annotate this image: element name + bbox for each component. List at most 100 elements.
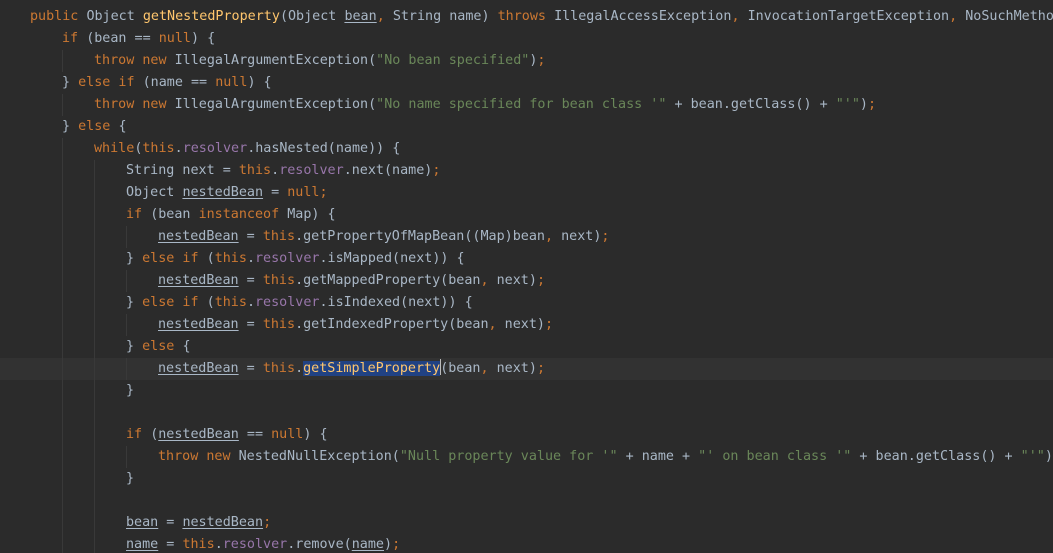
code-token: (: [206, 295, 215, 310]
code-line-content: bean = nestedBean;: [30, 515, 271, 530]
code-line-content: throw new IllegalArgumentException("No n…: [30, 97, 876, 112]
code-token: .getPropertyOfMapBean((Map)bean: [295, 229, 545, 244]
code-token: else if: [78, 75, 143, 90]
code-line[interactable]: nestedBean = this.getMappedProperty(bean…: [30, 270, 1053, 292]
code-token: .: [174, 141, 183, 156]
code-token: .getMappedProperty(bean: [295, 273, 481, 288]
code-token: null;: [287, 185, 328, 200]
code-token: ,: [544, 229, 562, 244]
code-line[interactable]: while(this.resolver.hasNested(name)) {: [30, 138, 1053, 160]
code-token: "' on bean class '": [698, 449, 852, 464]
code-line-content: } else if (this.resolver.isMapped(next))…: [30, 251, 465, 266]
code-line-content: nestedBean = this.getPropertyOfMapBean((…: [30, 229, 609, 244]
code-line[interactable]: } else if (name == null) {: [30, 72, 1053, 94]
code-token: .: [295, 361, 304, 376]
code-line-content: throw new NestedNullException("Null prop…: [30, 449, 1053, 464]
code-token: this: [262, 273, 296, 288]
code-line[interactable]: nestedBean = this.getIndexedProperty(bea…: [30, 314, 1053, 336]
code-token: resolver: [222, 537, 288, 552]
code-token: (: [206, 251, 215, 266]
code-token: ,: [731, 9, 748, 24]
code-token: null: [215, 75, 248, 90]
code-token: this: [262, 361, 296, 376]
code-line-content: name = this.resolver.remove(name);: [30, 537, 400, 552]
code-token: }: [62, 75, 79, 90]
code-token: next): [561, 229, 602, 244]
code-line[interactable]: [30, 402, 1053, 424]
code-line-content: public Object getNestedProperty(Object b…: [30, 9, 1053, 24]
code-token: ==: [238, 427, 272, 442]
code-token: ;: [867, 97, 877, 112]
code-line-current[interactable]: nestedBean = this.getSimpleProperty(bean…: [0, 358, 1053, 380]
code-token: ;: [537, 53, 546, 68]
indent-guide: [62, 402, 63, 424]
indent-guide: [94, 402, 95, 424]
code-line[interactable]: if (bean == null) {: [30, 28, 1053, 50]
code-token: InvocationTargetException: [747, 9, 950, 24]
code-area[interactable]: public Object getNestedProperty(Object b…: [0, 6, 1053, 553]
code-token: =: [263, 185, 288, 200]
code-line[interactable]: throw new IllegalArgumentException("No n…: [30, 94, 1053, 116]
code-token: .remove(: [287, 537, 352, 552]
code-editor[interactable]: public Object getNestedProperty(Object b…: [0, 0, 1053, 553]
code-line[interactable]: String next = this.resolver.next(name);: [30, 160, 1053, 182]
code-token: null: [271, 427, 304, 442]
code-line[interactable]: } else if (this.resolver.isMapped(next))…: [30, 248, 1053, 270]
code-token: while: [94, 141, 135, 156]
code-token: {: [182, 339, 191, 354]
code-line[interactable]: } else {: [30, 116, 1053, 138]
code-token: }: [126, 251, 143, 266]
code-token: (Object: [279, 9, 345, 24]
code-token: ) {: [303, 427, 328, 442]
code-line-content: } else if (this.resolver.isIndexed(next)…: [30, 295, 473, 310]
code-line[interactable]: bean = nestedBean;: [30, 512, 1053, 534]
code-line-content: if (nestedBean == null) {: [30, 427, 328, 442]
code-token: this: [214, 295, 247, 310]
code-line[interactable]: throw new NestedNullException("Null prop…: [30, 446, 1053, 468]
code-token: =: [238, 317, 263, 332]
code-token: instanceof: [198, 207, 288, 222]
code-line[interactable]: nestedBean = this.getPropertyOfMapBean((…: [30, 226, 1053, 248]
code-token: this: [142, 141, 175, 156]
code-token: this: [238, 163, 272, 178]
code-line[interactable]: } else if (this.resolver.isIndexed(next)…: [30, 292, 1053, 314]
code-token: + bean.getClass() +: [666, 97, 836, 112]
code-line-content: nestedBean = this.getMappedProperty(bean…: [30, 273, 545, 288]
code-line[interactable]: } else {: [30, 336, 1053, 358]
code-token: NoSuchMethod: [965, 9, 1053, 24]
code-token: ) {: [191, 31, 216, 46]
code-token: .hasNested(name)) {: [247, 141, 401, 156]
code-line[interactable]: }: [30, 468, 1053, 490]
code-token: ,: [480, 361, 497, 376]
code-token: this: [262, 317, 296, 332]
code-token: this: [214, 251, 247, 266]
code-token: resolver: [255, 251, 320, 266]
code-line[interactable]: [30, 490, 1053, 512]
code-token: }: [126, 383, 135, 398]
code-line[interactable]: if (bean instanceof Map) {: [30, 204, 1053, 226]
editor-gutter[interactable]: [0, 0, 24, 553]
code-token: this: [262, 229, 296, 244]
code-token: .: [214, 537, 223, 552]
code-token: (name ==: [142, 75, 216, 90]
code-token: ): [859, 97, 868, 112]
code-token: ): [1044, 449, 1053, 464]
code-line[interactable]: name = this.resolver.remove(name);: [30, 534, 1053, 553]
code-line[interactable]: Object nestedBean = null;: [30, 182, 1053, 204]
code-token: else if: [142, 251, 207, 266]
code-token: .: [246, 251, 255, 266]
code-token: if: [126, 427, 151, 442]
code-line[interactable]: throw new IllegalArgumentException("No b…: [30, 50, 1053, 72]
code-token: nestedBean: [158, 317, 239, 332]
code-line-content: } else if (name == null) {: [30, 75, 272, 90]
code-line[interactable]: }: [30, 380, 1053, 402]
code-token: resolver: [255, 295, 320, 310]
code-token: throw new: [94, 53, 175, 68]
code-token: if: [126, 207, 151, 222]
code-line[interactable]: if (nestedBean == null) {: [30, 424, 1053, 446]
code-token: else if: [142, 295, 207, 310]
code-line[interactable]: public Object getNestedProperty(Object b…: [30, 6, 1053, 28]
code-token: =: [238, 361, 263, 376]
code-token: getNestedProperty: [142, 9, 280, 24]
code-token: nestedBean: [182, 185, 264, 200]
